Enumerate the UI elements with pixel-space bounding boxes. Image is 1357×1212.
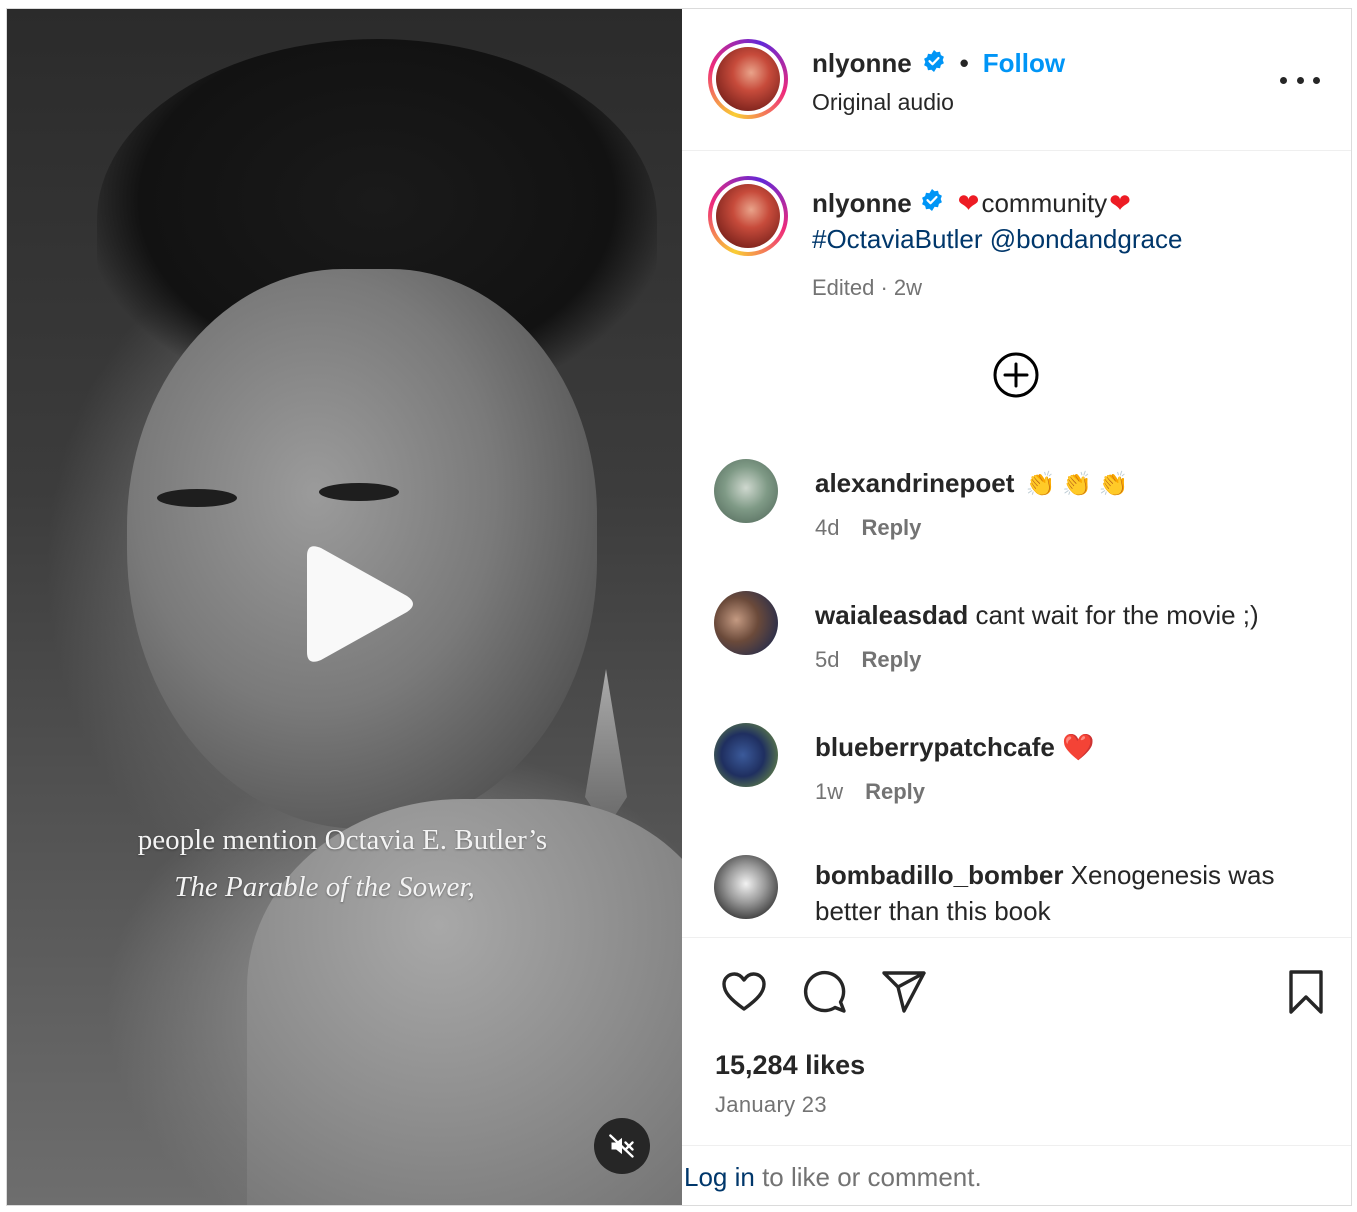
audio-link[interactable]: Original audio [812,89,954,116]
verified-badge-icon [920,188,944,219]
post-header: nlyonne • Follow Original audio [682,9,1351,151]
verified-badge-icon [922,49,946,78]
post-side-panel: nlyonne • Follow Original audio nlyonne [682,9,1351,1205]
reply-button[interactable]: Reply [861,515,921,541]
load-more-comments-icon[interactable] [992,351,1040,399]
play-icon[interactable] [287,534,427,674]
share-paper-plane-icon[interactable] [880,968,928,1016]
comment-text: cant wait for the movie ;) [975,600,1259,630]
video-caption-line2: The Parable of the Sower, [174,871,475,903]
login-prompt-text: to like or comment. [754,1162,982,1192]
post-actions: 15,284 likes January 23 [682,937,1351,1147]
caption-text: community [981,187,1108,218]
caption-meta: Edited · 2w [812,275,923,300]
commenter-avatar[interactable] [714,591,778,655]
header-separator: • [959,47,969,78]
heart-emoji-icon: ❤ [957,187,980,218]
video-frame-eye [157,489,237,507]
post-date[interactable]: January 23 [715,1092,827,1118]
hashtag-link[interactable]: #OctaviaButler [812,224,983,254]
mention-link[interactable]: @bondandgrace [990,224,1183,254]
reply-button[interactable]: Reply [861,647,921,673]
more-options-icon[interactable] [1280,73,1320,87]
video-frame-eye [319,483,399,501]
speaker-muted-icon [609,1134,634,1158]
heart-emoji-icon: ❤️ [1062,732,1095,762]
author-username[interactable]: nlyonne [812,48,912,79]
comment-username[interactable]: bombadillo_bomber [815,860,1063,890]
comment-time: 5d [815,647,840,672]
login-bar: Log in to like or comment. [682,1145,1351,1205]
login-link[interactable]: Log in [684,1162,755,1192]
caption-username[interactable]: nlyonne [812,188,912,219]
reply-button[interactable]: Reply [865,779,925,805]
post-dialog: people mention Octavia E. Butler’s The P… [6,8,1352,1206]
video-caption-line1: people mention Octavia E. Butler’s [137,824,548,856]
save-bookmark-icon[interactable] [1282,968,1330,1016]
video-player[interactable]: people mention Octavia E. Butler’s The P… [7,9,682,1205]
mute-button[interactable] [594,1118,650,1174]
commenter-avatar[interactable] [714,855,778,919]
commenter-avatar[interactable] [714,459,778,523]
likes-count[interactable]: 15,284 likes [715,1050,865,1081]
comment-time: 4d [815,515,840,540]
comment-time: 1w [815,779,844,804]
clapping-emoji-icon: 👏 👏 👏 [1025,471,1129,498]
author-avatar[interactable] [708,39,788,119]
like-heart-icon[interactable] [720,968,768,1016]
follow-button[interactable]: Follow [983,48,1065,79]
comment-bubble-icon[interactable] [800,968,848,1016]
comment-username[interactable]: waialeasdad [815,600,968,630]
post-caption: nlyonne ❤ community ❤ #OctaviaButler @bo… [812,186,1332,301]
comment-username[interactable]: alexandrinepoet [815,468,1014,498]
video-frame-earring [585,669,627,829]
heart-emoji-icon: ❤ [1109,187,1131,218]
caption-avatar[interactable] [708,176,788,256]
commenter-avatar[interactable] [714,723,778,787]
comment-username[interactable]: blueberrypatchcafe [815,732,1055,762]
